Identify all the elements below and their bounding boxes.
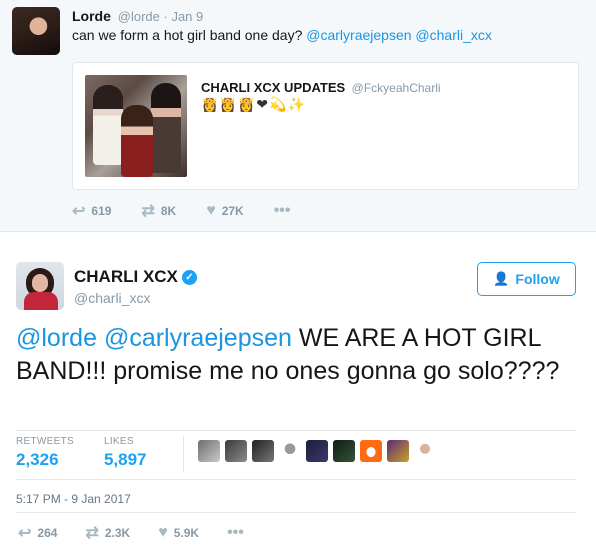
liker-avatars [197, 440, 441, 462]
liker-avatar[interactable] [197, 440, 220, 462]
main-handle[interactable]: @charli_xcx [74, 290, 150, 306]
parent-tweet-actions: ↩ 619 ⇄ 8K ♥ 27K ••• [72, 201, 327, 221]
retweets-stat[interactable]: RETWEETS 2,326 [16, 436, 74, 470]
parent-tweet-header: Lorde @lorde · Jan 9 [72, 8, 203, 24]
like-count: 5.9K [173, 526, 200, 540]
parent-display-name[interactable]: Lorde [72, 8, 111, 24]
quoted-tweet-card[interactable]: CHARLI XCX UPDATES @FckyeahCharli 👸👸👸❤💫✨ [72, 62, 579, 190]
like-button[interactable]: ♥ 27K [206, 202, 244, 220]
charli-xcx-avatar[interactable] [16, 262, 64, 310]
liker-avatar[interactable] [251, 440, 274, 462]
verified-icon: ✓ [181, 269, 197, 285]
retweet-button[interactable]: ⇄ 8K [141, 201, 176, 221]
liker-avatar[interactable] [224, 440, 247, 462]
likes-value: 5,897 [103, 450, 147, 469]
tweet-stats: RETWEETS 2,326 LIKES 5,897 [16, 436, 441, 472]
quoted-display-name: CHARLI XCX UPDATES [201, 80, 346, 95]
stats-divider [182, 436, 184, 472]
follow-button[interactable]: 👤 Follow [477, 262, 576, 296]
retweets-label: RETWEETS [16, 436, 74, 447]
liker-avatar[interactable] [359, 440, 382, 462]
quoted-tweet-photo[interactable] [85, 75, 187, 177]
liker-avatar[interactable] [413, 440, 436, 462]
follow-label: Follow [515, 271, 560, 287]
quoted-handle: @FckyeahCharli [351, 81, 441, 95]
reply-icon: ↩ [18, 525, 32, 542]
reply-count: 264 [37, 526, 58, 540]
divider [16, 430, 576, 431]
parent-handle-time[interactable]: @lorde · Jan 9 [118, 9, 203, 24]
reply-count: 619 [91, 204, 112, 218]
add-user-icon: 👤 [493, 271, 510, 286]
photo-figure [93, 85, 123, 165]
retweet-button[interactable]: ⇄ 2.3K [85, 523, 130, 543]
mention-link-carlyraejepsen[interactable]: @carlyraejepsen [306, 27, 411, 43]
main-tweet-text: @lorde @carlyraejepsen WE ARE A HOT GIRL… [16, 322, 582, 388]
main-tweet-actions: ↩ 264 ⇄ 2.3K ♥ 5.9K ••• [18, 523, 278, 543]
like-count: 27K [221, 204, 244, 218]
divider [16, 479, 576, 480]
parent-tweet[interactable]: Lorde @lorde · Jan 9 can we form a hot g… [0, 0, 596, 232]
photo-figure [121, 105, 153, 177]
retweet-count: 8K [160, 204, 177, 218]
parent-tweet-text: can we form a hot girl band one day? @ca… [72, 27, 492, 43]
divider [16, 512, 576, 513]
main-display-name[interactable]: CHARLI XCX [74, 267, 178, 287]
more-button[interactable]: ••• [227, 524, 250, 542]
lorde-avatar[interactable] [12, 7, 60, 55]
mention-link-charli-xcx[interactable]: @charli_xcx [415, 27, 491, 43]
avatar-face [32, 274, 48, 292]
avatar-body [24, 292, 58, 310]
more-button[interactable]: ••• [274, 202, 297, 220]
likes-label: LIKES [103, 436, 134, 447]
liker-avatar[interactable] [332, 440, 355, 462]
retweets-value: 2,326 [16, 450, 59, 469]
retweet-icon: ⇄ [141, 203, 155, 220]
mention-link-carlyraejepsen[interactable]: @carlyraejepsen [104, 324, 292, 352]
reply-button[interactable]: ↩ 264 [18, 523, 57, 543]
retweet-icon: ⇄ [85, 525, 99, 542]
reply-button[interactable]: ↩ 619 [72, 201, 111, 221]
main-name-row: CHARLI XCX ✓ [74, 267, 197, 287]
retweet-count: 2.3K [104, 526, 131, 540]
mention-link-lorde[interactable]: @lorde [16, 324, 97, 352]
liker-avatar[interactable] [278, 440, 301, 462]
heart-icon: ♥ [206, 202, 216, 219]
like-button[interactable]: ♥ 5.9K [158, 524, 199, 542]
liker-avatar[interactable] [305, 440, 328, 462]
parent-text-body: can we form a hot girl band one day? [72, 27, 307, 43]
photo-figure [151, 83, 181, 173]
tweet-timestamp[interactable]: 5:17 PM - 9 Jan 2017 [16, 492, 131, 506]
more-icon: ••• [227, 524, 244, 541]
reply-icon: ↩ [72, 203, 86, 220]
heart-icon: ♥ [158, 524, 168, 541]
quoted-tweet-header: CHARLI XCX UPDATES @FckyeahCharli [201, 79, 441, 97]
quoted-tweet-text: 👸👸👸❤💫✨ [201, 96, 306, 112]
liker-avatar[interactable] [386, 440, 409, 462]
likes-stat[interactable]: LIKES 5,897 [104, 436, 147, 470]
more-icon: ••• [273, 202, 291, 219]
